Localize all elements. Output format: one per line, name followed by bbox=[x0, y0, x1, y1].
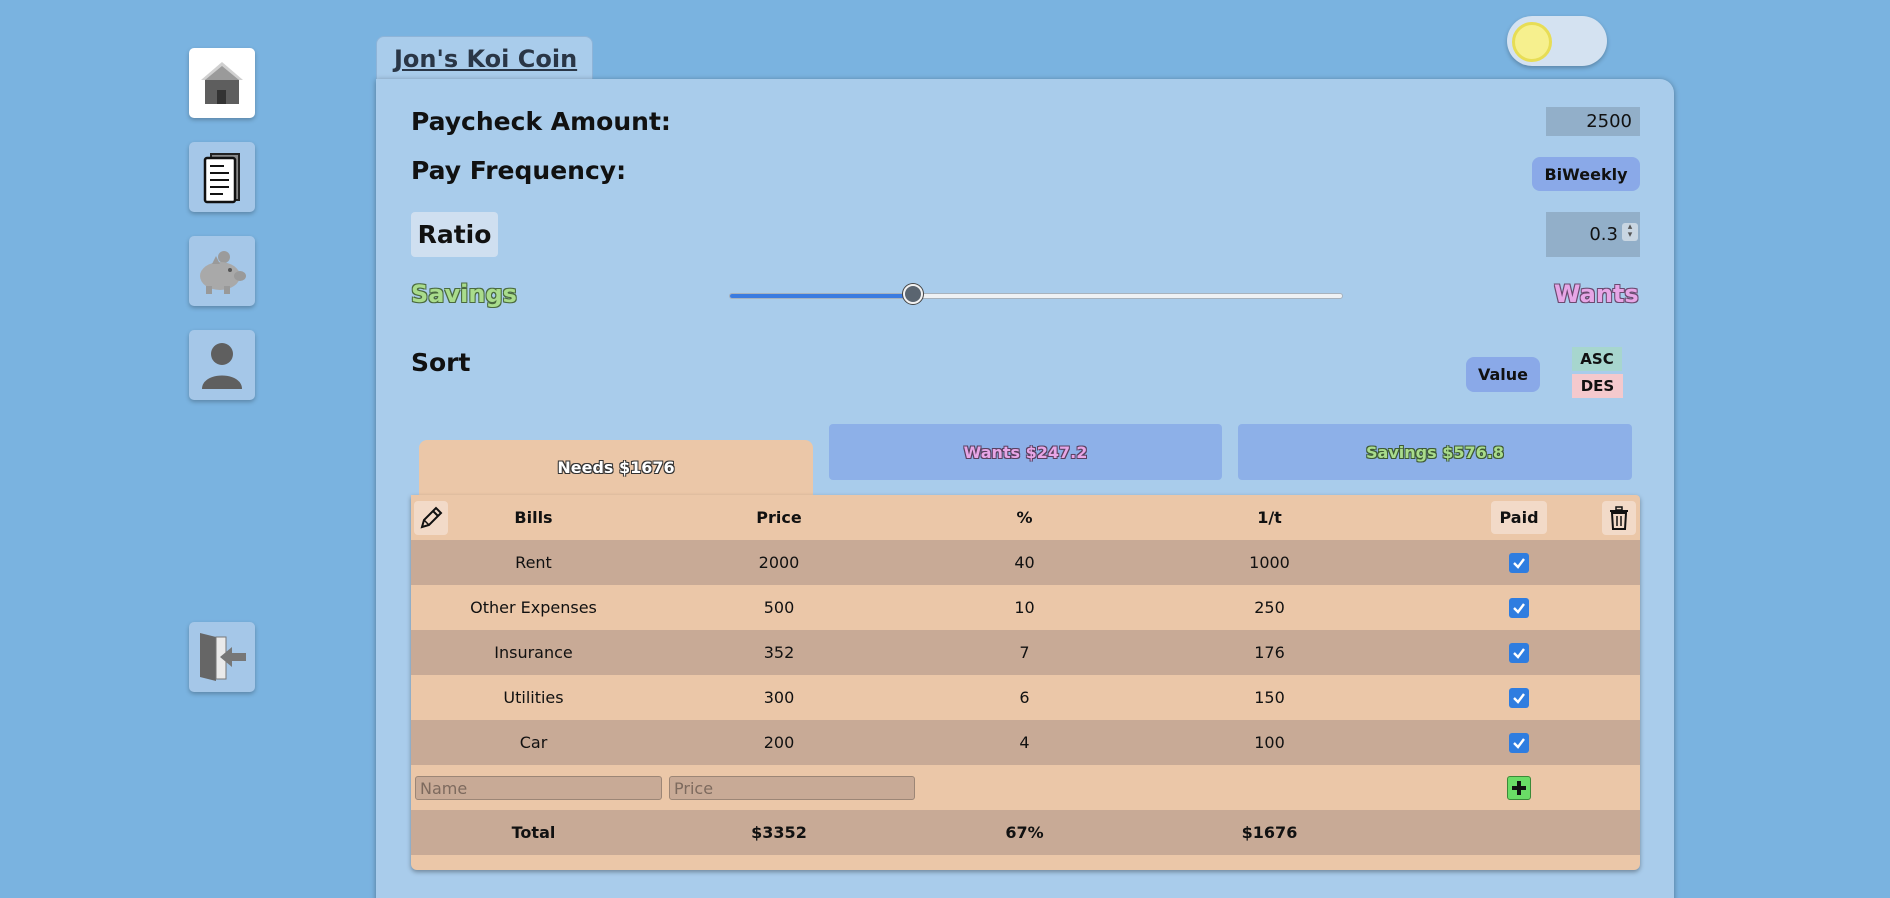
cell-price: 300 bbox=[763, 688, 795, 707]
tab-savings[interactable]: Savings $576.8 bbox=[1238, 424, 1632, 480]
table-header-row: Bills Price % 1/t Paid bbox=[411, 495, 1640, 540]
add-cell bbox=[1472, 765, 1566, 810]
trash-icon bbox=[1610, 506, 1628, 530]
table-row: Rent 2000 40 1000 bbox=[411, 540, 1640, 585]
table-row: Insurance 352 7 176 bbox=[411, 630, 1640, 675]
cell-per: 176 bbox=[1254, 643, 1285, 662]
cell-price: 2000 bbox=[758, 553, 800, 572]
sort-label: Sort bbox=[411, 348, 471, 377]
app-title[interactable]: Jon's Koi Coin bbox=[394, 45, 577, 73]
paid-checkbox[interactable] bbox=[1509, 687, 1529, 708]
paid-checkbox[interactable] bbox=[1509, 642, 1529, 663]
delete-button[interactable] bbox=[1602, 501, 1636, 535]
paid-checkbox[interactable] bbox=[1509, 732, 1529, 753]
piggy-bank-icon bbox=[200, 251, 246, 294]
total-price: $3352 bbox=[751, 823, 807, 842]
plus-icon bbox=[1512, 780, 1526, 795]
nav-profile-button[interactable] bbox=[189, 330, 255, 400]
nav-documents-button[interactable] bbox=[189, 142, 255, 212]
new-bill-row: Name Price bbox=[411, 765, 1640, 810]
ratio-value: 0.3 bbox=[1589, 224, 1618, 245]
cell-per: 1000 bbox=[1249, 553, 1290, 572]
cell-bill: Insurance bbox=[494, 643, 573, 662]
add-bill-button[interactable] bbox=[1507, 775, 1531, 800]
table-row: Car 200 4 100 bbox=[411, 720, 1640, 765]
header-paid[interactable]: Paid bbox=[1472, 495, 1566, 540]
tab-wants[interactable]: Wants $247.2 bbox=[829, 424, 1222, 480]
app-tab: Jon's Koi Coin bbox=[376, 36, 593, 82]
header-bills[interactable]: Bills bbox=[411, 495, 656, 540]
cell-percent: 6 bbox=[1019, 688, 1030, 707]
total-percent: 67% bbox=[1005, 823, 1044, 842]
nav-logout-button[interactable] bbox=[189, 622, 255, 692]
total-per: $1676 bbox=[1241, 823, 1298, 842]
nav-savings-button[interactable] bbox=[189, 236, 255, 306]
ratio-input[interactable]: 0.3 ▴ ▾ bbox=[1546, 212, 1640, 257]
cell-percent: 7 bbox=[1019, 643, 1030, 662]
cell-paid bbox=[1472, 540, 1566, 585]
slider-savings-label: Savings bbox=[411, 280, 517, 308]
theme-toggle[interactable] bbox=[1507, 16, 1607, 66]
paycheck-input[interactable]: 2500 bbox=[1546, 107, 1640, 136]
bills-table: Bills Price % 1/t Paid Rent 2000 40 1000… bbox=[411, 495, 1640, 870]
paycheck-label: Paycheck Amount: bbox=[411, 107, 671, 136]
cell-per: 100 bbox=[1254, 733, 1285, 752]
total-label: Total bbox=[511, 823, 556, 842]
tab-needs[interactable]: Needs $1676 bbox=[419, 440, 813, 495]
cell-percent: 40 bbox=[1014, 553, 1035, 572]
home-icon bbox=[201, 62, 243, 104]
header-percent[interactable]: % bbox=[902, 495, 1147, 540]
user-icon bbox=[202, 343, 242, 389]
cell-paid bbox=[1472, 675, 1566, 720]
check-icon bbox=[1513, 647, 1525, 659]
cell-bill: Rent bbox=[515, 553, 552, 572]
nav-home-button[interactable] bbox=[189, 48, 255, 118]
cell-price: 500 bbox=[763, 598, 795, 617]
header-paid-label: Paid bbox=[1491, 501, 1547, 534]
new-bill-name-input[interactable]: Name bbox=[415, 776, 662, 800]
check-icon bbox=[1513, 557, 1525, 569]
sun-icon bbox=[1512, 22, 1552, 62]
cell-percent: 10 bbox=[1014, 598, 1035, 617]
check-icon bbox=[1513, 692, 1525, 704]
table-row: Utilities 300 6 150 bbox=[411, 675, 1640, 720]
header-per[interactable]: 1/t bbox=[1147, 495, 1392, 540]
total-row: Total $3352 67% $1676 bbox=[411, 810, 1640, 855]
check-icon bbox=[1513, 737, 1525, 749]
cell-percent: 4 bbox=[1019, 733, 1030, 752]
paid-checkbox[interactable] bbox=[1509, 597, 1529, 618]
paid-checkbox[interactable] bbox=[1509, 552, 1529, 573]
table-row: Other Expenses 500 10 250 bbox=[411, 585, 1640, 630]
cell-price: 200 bbox=[763, 733, 795, 752]
cell-per: 150 bbox=[1254, 688, 1285, 707]
cell-paid bbox=[1472, 720, 1566, 765]
cell-bill: Other Expenses bbox=[470, 598, 597, 617]
ratio-slider-track[interactable] bbox=[729, 293, 1343, 299]
logout-icon bbox=[200, 633, 246, 681]
cell-per: 250 bbox=[1254, 598, 1285, 617]
document-icon bbox=[203, 153, 240, 204]
frequency-select[interactable]: BiWeekly bbox=[1532, 157, 1640, 191]
cell-bill: Car bbox=[519, 733, 548, 752]
cell-price: 352 bbox=[763, 643, 795, 662]
cell-paid bbox=[1472, 585, 1566, 630]
sort-asc-button[interactable]: ASC bbox=[1572, 347, 1622, 371]
slider-wants-label: Wants bbox=[1554, 280, 1639, 308]
cell-paid bbox=[1472, 630, 1566, 675]
ratio-slider-fill bbox=[730, 294, 915, 298]
check-icon bbox=[1513, 602, 1525, 614]
ratio-label: Ratio bbox=[411, 212, 498, 257]
new-bill-price-input[interactable]: Price bbox=[669, 776, 915, 800]
sort-field-select[interactable]: Value bbox=[1466, 357, 1540, 392]
sort-des-button[interactable]: DES bbox=[1572, 374, 1623, 398]
frequency-label: Pay Frequency: bbox=[411, 156, 627, 185]
header-price[interactable]: Price bbox=[656, 495, 902, 540]
cell-bill: Utilities bbox=[503, 688, 564, 707]
ratio-spinner[interactable]: ▴ ▾ bbox=[1622, 223, 1638, 241]
